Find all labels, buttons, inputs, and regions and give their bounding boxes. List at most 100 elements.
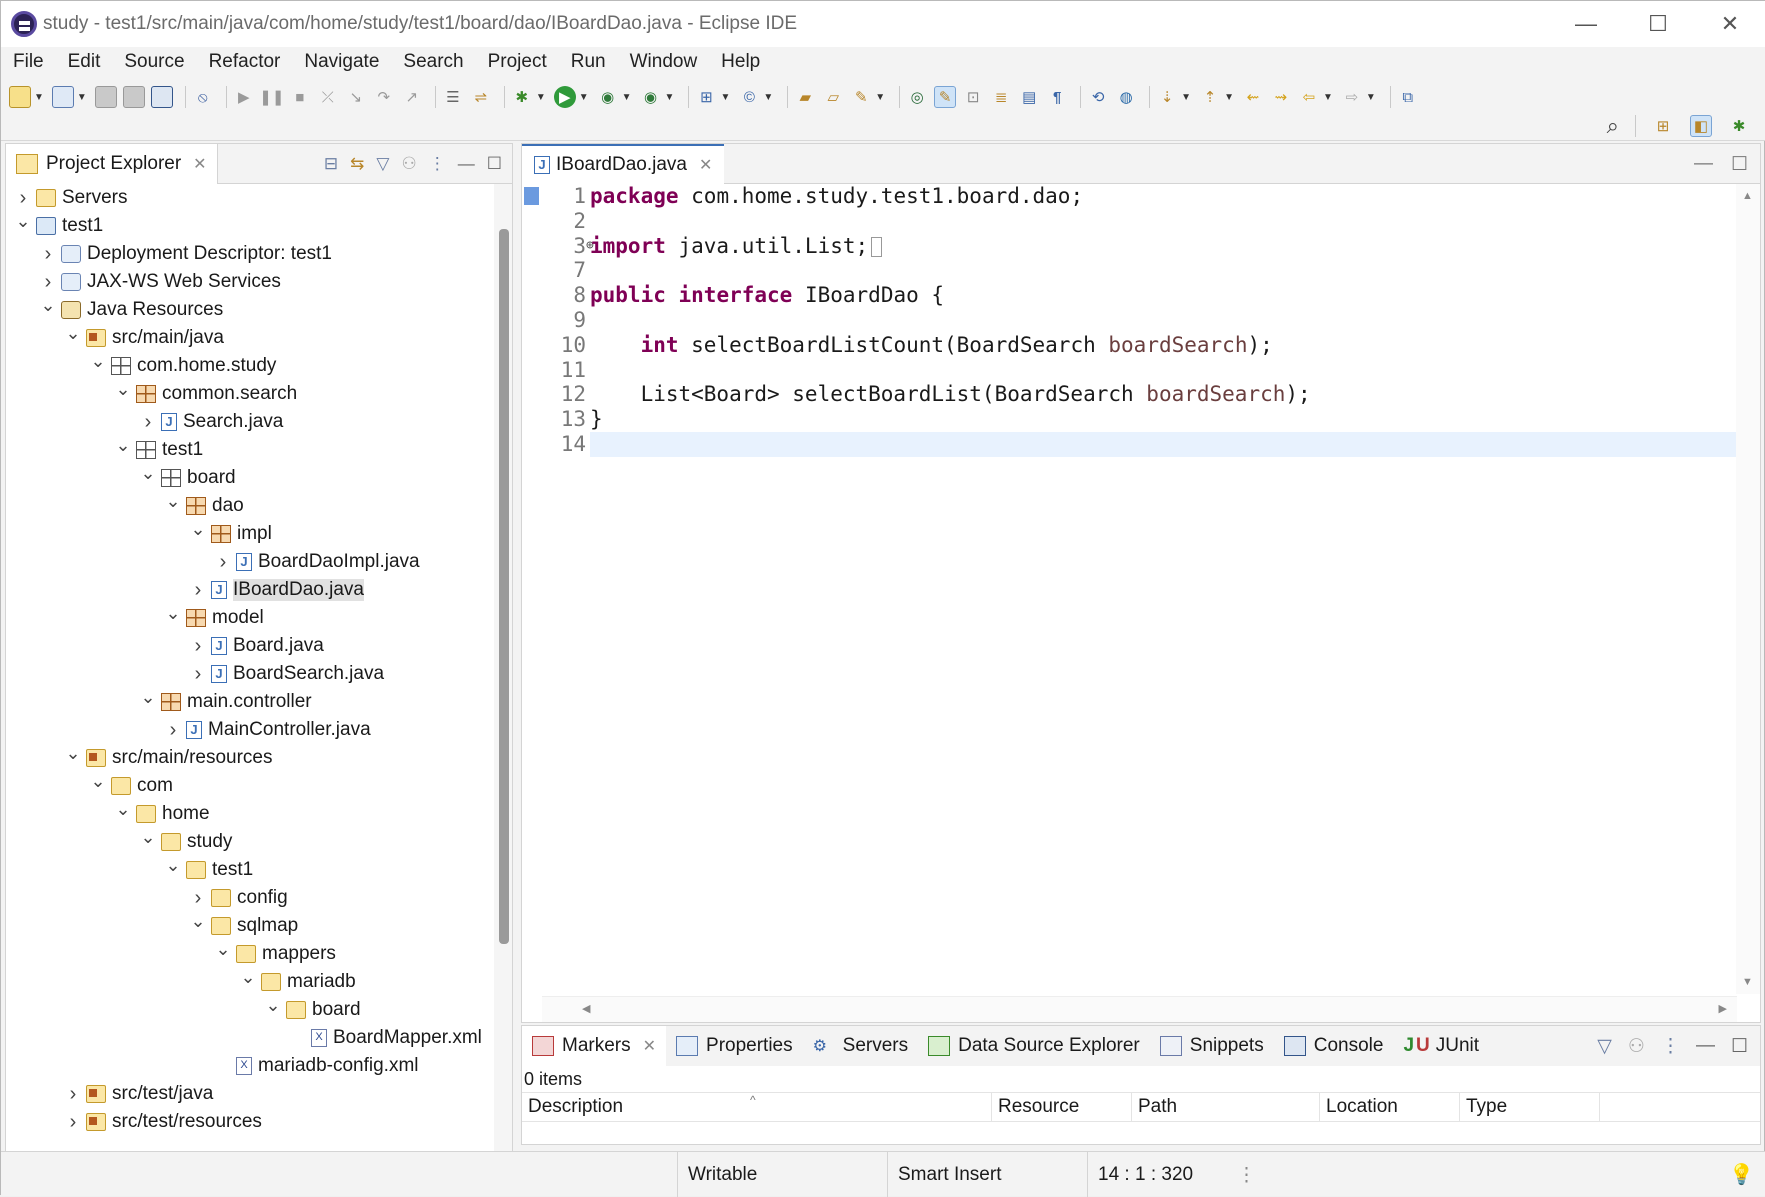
tree-item[interactable]: ⌄ board — [6, 463, 494, 492]
tree-item[interactable]: ⌄ mappers — [6, 939, 494, 968]
new-icon[interactable] — [9, 86, 31, 108]
tree-item[interactable]: › config — [6, 884, 494, 912]
code-line[interactable]: public interface IBoardDao { — [590, 283, 1737, 308]
menu-edit[interactable]: Edit — [68, 51, 101, 73]
code-line[interactable]: } — [590, 407, 1737, 432]
close-button[interactable]: ✕ — [1694, 1, 1765, 47]
scroll-left-icon[interactable]: ◀ — [582, 1002, 590, 1015]
new-java-project-icon[interactable]: ⊞ — [695, 86, 717, 108]
chevron-right-icon[interactable]: › — [64, 1111, 82, 1134]
chevron-down-icon[interactable]: ⌄ — [64, 743, 82, 764]
focus-icon[interactable]: ⚇ — [1628, 1035, 1645, 1058]
chevron-right-icon[interactable]: › — [189, 635, 207, 658]
chevron-down-icon[interactable]: ⌄ — [64, 323, 82, 344]
chevron-right-icon[interactable]: › — [189, 579, 207, 602]
tree-item[interactable]: ⌄ mariadb — [6, 967, 494, 996]
tree-item[interactable]: ⌄ test1 — [6, 211, 494, 240]
chevron-down-icon[interactable]: ▼ — [720, 92, 730, 103]
code-line[interactable]: import java.util.List; — [590, 234, 1737, 259]
run-icon[interactable]: ▶ — [553, 86, 576, 108]
tab-junit[interactable]: JU JUnit — [1393, 1026, 1489, 1066]
close-icon[interactable]: ✕ — [643, 1036, 656, 1056]
view-menu-icon[interactable]: ⋮ — [1661, 1035, 1680, 1058]
tree-item[interactable]: ⌄ impl — [6, 519, 494, 548]
menu-run[interactable]: Run — [571, 51, 606, 73]
chevron-down-icon[interactable]: ▼ — [77, 92, 87, 103]
word-wrap-icon[interactable]: ≣ — [990, 86, 1012, 108]
chevron-down-icon[interactable]: ▼ — [665, 92, 675, 103]
menu-window[interactable]: Window — [630, 51, 698, 73]
code-line[interactable]: package com.home.study.test1.board.dao; — [590, 184, 1737, 209]
minimize-view-icon[interactable]: — — [458, 154, 475, 174]
code-line[interactable]: int selectBoardListCount(BoardSearch boa… — [590, 333, 1737, 358]
code-line[interactable]: List<Board> selectBoardList(BoardSearch … — [590, 382, 1737, 407]
external-tools-icon[interactable]: ◉ — [640, 86, 662, 108]
tree-item[interactable]: › J IBoardDao.java — [6, 576, 494, 604]
chevron-right-icon[interactable]: › — [139, 411, 157, 434]
tree-item[interactable]: X BoardMapper.xml — [6, 1024, 494, 1052]
use-step-filters-icon[interactable]: ☰ — [442, 86, 464, 108]
tab-markers[interactable]: Markers ✕ — [522, 1026, 667, 1066]
chevron-down-icon[interactable]: ⌄ — [189, 911, 207, 932]
link-with-editor-icon[interactable]: ⇆ — [350, 154, 364, 174]
tree-item[interactable]: ⌄ study — [6, 827, 494, 856]
editor-vertical-scrollbar[interactable]: ▲ ▼ — [1736, 184, 1760, 994]
chevron-down-icon[interactable]: ⌄ — [164, 855, 182, 876]
open-task-icon[interactable]: ▱ — [822, 86, 844, 108]
scroll-right-icon[interactable]: ▶ — [1719, 1002, 1727, 1015]
code-line[interactable] — [590, 258, 1737, 283]
chevron-right-icon[interactable]: › — [39, 243, 57, 266]
chevron-right-icon[interactable]: › — [214, 551, 232, 574]
save-icon[interactable] — [94, 86, 117, 108]
chevron-down-icon[interactable]: ⌄ — [214, 939, 232, 960]
maximize-view-icon[interactable]: ☐ — [1731, 153, 1748, 176]
tree-item[interactable]: ⌄ test1 — [6, 855, 494, 884]
close-icon[interactable]: ✕ — [193, 154, 206, 174]
chevron-down-icon[interactable]: ⌄ — [89, 351, 107, 372]
tab-servers[interactable]: ⚙ Servers — [803, 1026, 918, 1066]
step-return-icon[interactable]: ↗ — [401, 86, 423, 108]
chevron-down-icon[interactable]: ▼ — [579, 92, 589, 103]
tree-item[interactable]: › J Board.java — [6, 632, 494, 660]
new-wizard-icon[interactable] — [51, 86, 74, 108]
chevron-down-icon[interactable]: ⌄ — [264, 995, 282, 1016]
chevron-down-icon[interactable]: ▼ — [1224, 92, 1234, 103]
toggle-breadcrumb-icon[interactable]: ◎ — [906, 86, 928, 108]
tree-item[interactable]: › src/test/java — [6, 1080, 494, 1108]
filter-icon[interactable]: ▽ — [1597, 1035, 1612, 1058]
maximize-view-icon[interactable]: ☐ — [487, 154, 502, 174]
column-location[interactable]: Location — [1320, 1093, 1460, 1121]
tree-item[interactable]: ⌄ src/main/resources — [6, 743, 494, 772]
step-over-icon[interactable]: ↷ — [373, 86, 395, 108]
new-java-class-icon[interactable]: © — [738, 86, 760, 108]
tree-item[interactable]: › J MainController.java — [6, 716, 494, 744]
step-into-icon[interactable]: ↘ — [345, 86, 367, 108]
chevron-down-icon[interactable]: ⌄ — [14, 211, 32, 232]
next-annotation-icon[interactable]: ⇣ — [1156, 86, 1178, 108]
chevron-down-icon[interactable]: ⌄ — [164, 491, 182, 512]
annotation-ruler[interactable] — [522, 184, 542, 994]
maximize-button[interactable]: ☐ — [1622, 1, 1694, 47]
code-line[interactable] — [590, 431, 1737, 457]
chevron-right-icon[interactable]: › — [189, 887, 207, 910]
menu-search[interactable]: Search — [403, 51, 463, 73]
minimize-view-icon[interactable]: — — [1696, 1035, 1715, 1057]
column-path[interactable]: Path — [1132, 1093, 1320, 1121]
tab-console[interactable]: Console — [1274, 1026, 1394, 1066]
menu-help[interactable]: Help — [721, 51, 760, 73]
forward-edit-icon[interactable]: ⇝ — [1270, 86, 1292, 108]
view-menu-icon[interactable]: ⋮ — [429, 154, 446, 174]
tree-item[interactable]: ⌄ model — [6, 603, 494, 632]
maximize-view-icon[interactable]: ☐ — [1731, 1035, 1748, 1058]
scroll-up-icon[interactable]: ▲ — [1742, 190, 1753, 202]
tree-item[interactable]: ⌄ home — [6, 799, 494, 828]
suspend-icon[interactable]: ❚❚ — [259, 86, 284, 108]
tree-item[interactable]: › J BoardDaoImpl.java — [6, 548, 494, 576]
chevron-down-icon[interactable]: ⌄ — [114, 379, 132, 400]
tab-iboarddao-java[interactable]: J IBoardDao.java ✕ — [522, 143, 725, 184]
chevron-down-icon[interactable]: ⌄ — [239, 967, 257, 988]
chevron-down-icon[interactable]: ⌄ — [139, 827, 157, 848]
skip-breakpoints-icon[interactable]: ⦸ — [192, 86, 214, 108]
tree-item[interactable]: ⌄ common.search — [6, 379, 494, 408]
chevron-down-icon[interactable]: ⌄ — [139, 687, 157, 708]
